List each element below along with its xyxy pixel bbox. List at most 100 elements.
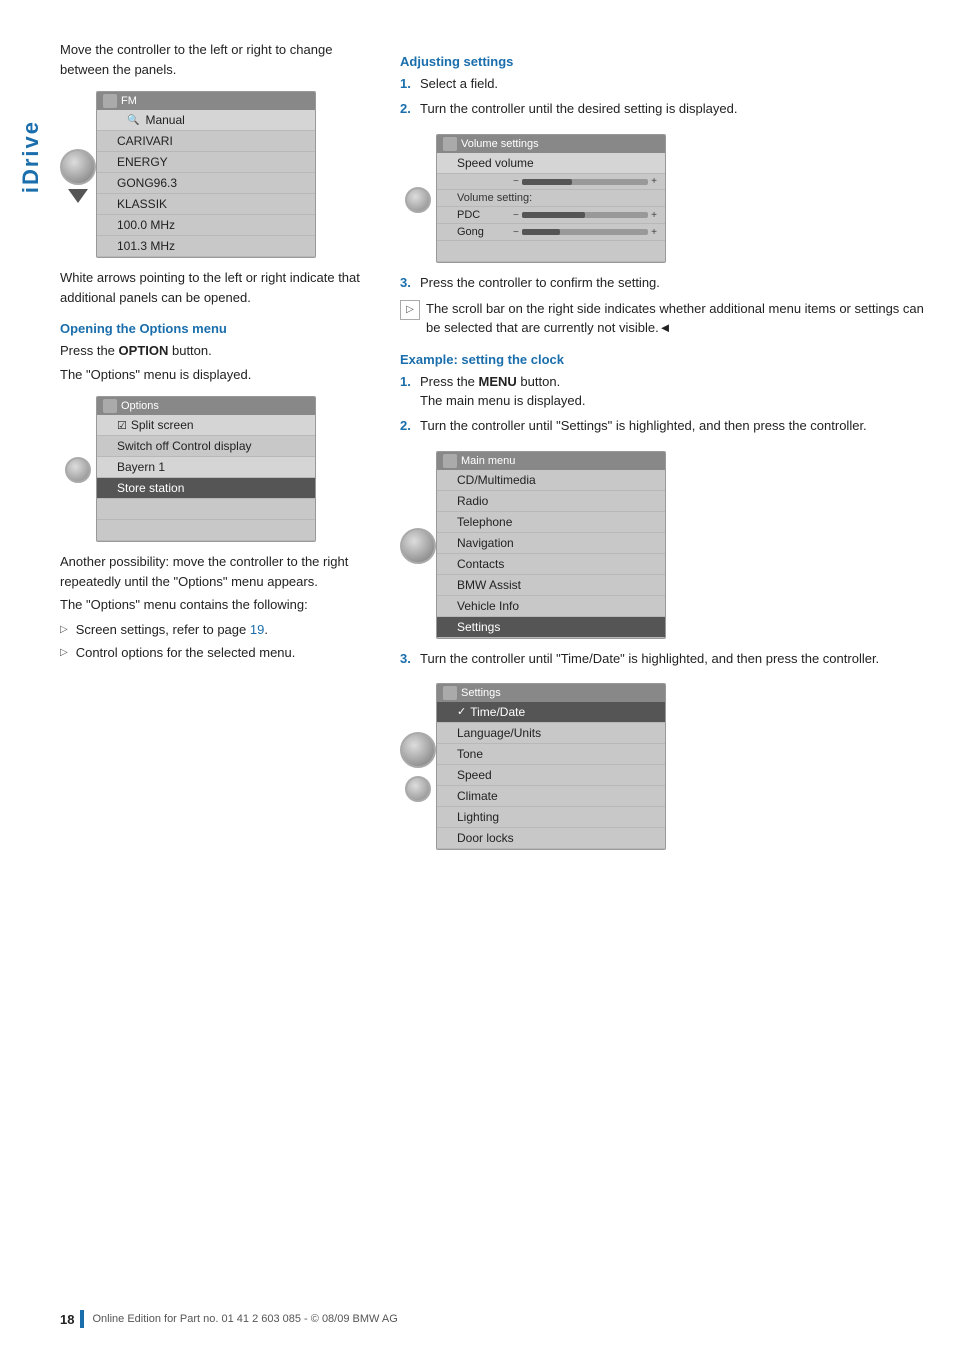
- controller-knob-settings: [400, 732, 436, 768]
- fm-titlebar: FM: [97, 92, 315, 110]
- main-menu-icon: [443, 454, 457, 468]
- vol-setting-label: Volume setting:: [437, 190, 665, 207]
- slider-minus-pdc: −: [513, 210, 519, 221]
- options-row-bayern: Bayern 1: [97, 457, 315, 478]
- fm-row-100mhz: 100.0 MHz: [97, 215, 315, 236]
- left-column: Move the controller to the left or right…: [60, 40, 370, 860]
- adjusting-step-2: 2. Turn the controller until the desired…: [400, 99, 930, 119]
- fm-row-energy: ENERGY: [97, 152, 315, 173]
- settings-row-tone: Tone: [437, 744, 665, 765]
- options-screen-container: Options ☑ Split screen Switch off Contro…: [60, 388, 370, 552]
- bullet-text-1: Control options for the selected menu.: [76, 643, 296, 663]
- bullet-item-0: Screen settings, refer to page 19.: [60, 620, 370, 640]
- arrow-down-icon: [68, 189, 88, 203]
- vol-titlebar: Volume settings: [437, 135, 665, 153]
- settings-screen: Settings ✓ Time/Date Language/Units Tone…: [436, 683, 666, 850]
- options-screen: Options ☑ Split screen Switch off Contro…: [96, 396, 316, 542]
- fm-row-carivari: CARIVARI: [97, 131, 315, 152]
- slider-fill-gong: [522, 229, 560, 235]
- settings-screen-body: ✓ Time/Date Language/Units Tone Speed Cl…: [437, 702, 665, 849]
- slider-plus-0: +: [651, 176, 657, 187]
- options-screen-left-control: [60, 388, 96, 552]
- slider-plus-gong: +: [651, 227, 657, 238]
- search-icon-small: 🔍: [127, 115, 139, 126]
- options-icon: [103, 399, 117, 413]
- intro-text: Move the controller to the left or right…: [60, 40, 370, 79]
- page-link[interactable]: 19: [250, 622, 264, 637]
- settings-icon: [443, 686, 457, 700]
- options-row-switch-off: Switch off Control display: [97, 436, 315, 457]
- settings-titlebar: Settings: [437, 684, 665, 702]
- fm-screen-body: 🔍 Manual CARIVARI ENERGY GONG96.3 KLASSI…: [97, 110, 315, 257]
- adjusting-step-1: 1. Select a field.: [400, 74, 930, 94]
- fm-screen: FM 🔍 Manual CARIVARI ENERGY GONG96.3 KLA…: [96, 91, 316, 258]
- options-titlebar: Options: [97, 397, 315, 415]
- right-column: Adjusting settings 1. Select a field. 2.…: [400, 40, 930, 860]
- check-icon: ☑: [117, 419, 127, 432]
- fm-screen-left-control: [60, 83, 96, 268]
- scroll-note-text: The scroll bar on the right side indicat…: [426, 299, 930, 338]
- options-row-empty1: [97, 499, 315, 520]
- options-screen-body: ☑ Split screen Switch off Control displa…: [97, 415, 315, 541]
- options-bullets: Screen settings, refer to page 19. Contr…: [60, 620, 370, 663]
- controller-knob-menu: [400, 528, 436, 564]
- clock-step-num-2: 2.: [400, 416, 414, 436]
- options-row-store: Store station: [97, 478, 315, 499]
- menu-row-vehicle: Vehicle Info: [437, 596, 665, 617]
- fm-row-klassik: KLASSIK: [97, 194, 315, 215]
- main-menu-left-control: [400, 443, 436, 649]
- settings-row-door: Door locks: [437, 828, 665, 849]
- settings-row-speed: Speed: [437, 765, 665, 786]
- clock-heading: Example: setting the clock: [400, 352, 930, 367]
- menu-row-cd: CD/Multimedia: [437, 470, 665, 491]
- controller-knob-fm: [60, 149, 96, 185]
- step-num-2: 2.: [400, 99, 414, 119]
- vol-screen-body: Speed volume − + Vo: [437, 153, 665, 262]
- bullet-item-1: Control options for the selected menu.: [60, 643, 370, 663]
- adjusting-step-3: 3. Press the controller to confirm the s…: [400, 273, 930, 293]
- options-heading: Opening the Options menu: [60, 321, 370, 336]
- options-row-empty2: [97, 520, 315, 541]
- settings-screen-container: Settings ✓ Time/Date Language/Units Tone…: [400, 675, 930, 860]
- menu-row-settings: Settings: [437, 617, 665, 638]
- scroll-indicator-icon: [400, 300, 420, 320]
- page-number: 18: [60, 1312, 74, 1327]
- adjusting-step3-list: 3. Press the controller to confirm the s…: [400, 273, 930, 293]
- main-menu-screen-body: CD/Multimedia Radio Telephone Navigation…: [437, 470, 665, 638]
- slider-label-pdc: PDC: [457, 209, 507, 221]
- vol-pdc-slider: PDC − +: [437, 207, 665, 224]
- clock-steps: 1. Press the MENU button.The main menu i…: [400, 372, 930, 436]
- step-text-3: Press the controller to confirm the sett…: [420, 273, 660, 293]
- step-text-2: Turn the controller until the desired se…: [420, 99, 737, 119]
- page-container: iDrive Move the controller to the left o…: [0, 0, 960, 1358]
- vol-empty-1: [437, 241, 665, 262]
- page-footer: 18 Online Edition for Part no. 01 41 2 6…: [60, 1310, 930, 1328]
- menu-row-contacts: Contacts: [437, 554, 665, 575]
- fm-row-manual: 🔍 Manual: [97, 110, 315, 131]
- options-row-split: ☑ Split screen: [97, 415, 315, 436]
- settings-row-lang: Language/Units: [437, 723, 665, 744]
- vol-icon: [443, 137, 457, 151]
- slider-fill-pdc: [522, 212, 585, 218]
- clock-step-3: 3. Turn the controller until "Time/Date"…: [400, 649, 930, 669]
- check-icon-time: ✓: [457, 705, 466, 718]
- white-arrows-text: White arrows pointing to the left or rig…: [60, 268, 370, 307]
- footer-text: Online Edition for Part no. 01 41 2 603 …: [92, 1313, 397, 1325]
- menu-row-radio: Radio: [437, 491, 665, 512]
- settings-title-text: Settings: [461, 687, 501, 699]
- slider-track-0: [522, 179, 648, 185]
- vol-screen: Volume settings Speed volume −: [436, 134, 666, 263]
- sidebar-label: iDrive: [18, 120, 44, 193]
- fm-row-gong: GONG96.3: [97, 173, 315, 194]
- fm-title-text: FM: [121, 95, 137, 107]
- options-title-text: Options: [121, 400, 159, 412]
- slider-minus-0: −: [513, 176, 519, 187]
- clock-step3-list: 3. Turn the controller until "Time/Date"…: [400, 649, 930, 669]
- fm-icon: [103, 94, 117, 108]
- main-menu-screen-container: Main menu CD/Multimedia Radio Telephone …: [400, 443, 930, 649]
- contains-text: The "Options" menu contains the followin…: [60, 595, 370, 615]
- clock-step-num-3: 3.: [400, 649, 414, 669]
- slider-label-gong: Gong: [457, 226, 507, 238]
- clock-step-1: 1. Press the MENU button.The main menu i…: [400, 372, 930, 411]
- another-pos-text: Another possibility: move the controller…: [60, 552, 370, 591]
